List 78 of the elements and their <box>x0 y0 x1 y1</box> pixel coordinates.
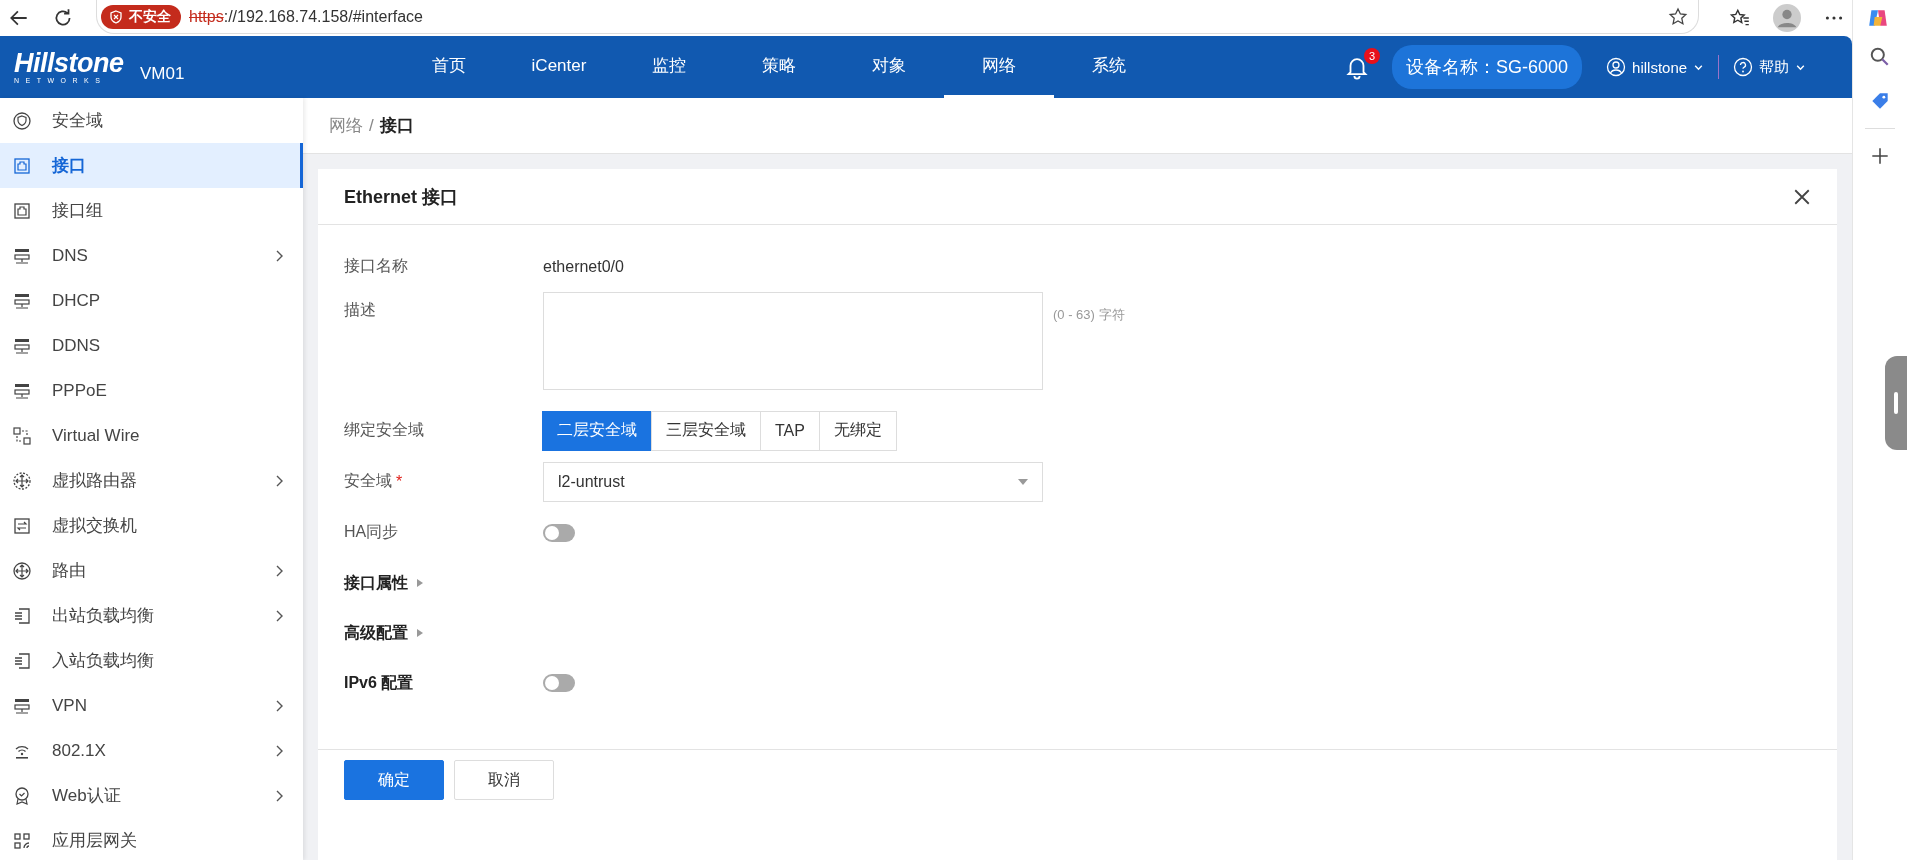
dropdown-arrow-icon <box>1018 478 1028 485</box>
cancel-button[interactable]: 取消 <box>454 760 554 800</box>
field-label: 描述 <box>344 300 377 320</box>
field-label: 接口名称 <box>344 256 409 276</box>
user-menu[interactable]: hillstone <box>1606 57 1705 77</box>
sidebar-item[interactable]: VPN <box>0 683 303 728</box>
sidebar-item[interactable]: PPPoE <box>0 368 303 413</box>
panel-handle[interactable] <box>1885 356 1907 450</box>
field-label: IPv6 配置 <box>344 672 415 693</box>
user-icon <box>1606 57 1627 77</box>
description-field[interactable] <box>543 292 1043 390</box>
sidebar-item[interactable]: Virtual Wire <box>0 413 303 458</box>
section-toggle[interactable]: 接口属性 <box>344 572 543 594</box>
device-label: VM01 <box>140 64 186 84</box>
zone-select[interactable]: l2-untrust <box>543 461 1043 502</box>
sidebar-item[interactable]: 入站负载均衡 <box>0 638 303 683</box>
router-icon <box>12 560 32 581</box>
sidebar-item[interactable]: 路由 <box>0 548 303 593</box>
help-menu[interactable]: 帮助 <box>1733 57 1807 77</box>
section-toggle[interactable]: 高级配置 <box>344 622 543 644</box>
sidebar-item[interactable]: 应用层网关 <box>0 818 303 860</box>
required-mark: * <box>396 472 403 491</box>
nav-tab[interactable]: 策略 <box>724 36 834 98</box>
port-group-icon <box>12 200 32 221</box>
wire-icon <box>12 425 32 446</box>
breadcrumb-current: 接口 <box>379 115 414 137</box>
copilot-icon[interactable] <box>1867 7 1889 29</box>
breadcrumb-separator: / <box>369 115 374 136</box>
sidebar-item[interactable]: 虚拟路由器 <box>0 458 303 503</box>
field-label: 绑定安全域 <box>344 420 425 440</box>
sidebar-item[interactable]: DDNS <box>0 323 303 368</box>
nav-tab[interactable]: 监控 <box>614 36 724 98</box>
sidebar-item[interactable]: 安全域 <box>0 98 303 143</box>
sidebar-item[interactable]: 接口组 <box>0 188 303 233</box>
sidebar-item[interactable]: 802.1X <box>0 728 303 773</box>
field-label: 安全域 * <box>344 471 404 492</box>
breadcrumb-link[interactable]: 网络 <box>329 114 363 137</box>
field-hint: (0 - 63) 字符 <box>1053 306 1125 324</box>
not-secure-badge[interactable]: 不安全 <box>101 4 181 29</box>
help-icon <box>1733 57 1754 77</box>
switch-icon <box>12 515 32 536</box>
url-text: https://192.168.74.158/#interface <box>189 7 424 26</box>
sidebar-item[interactable]: DHCP <box>0 278 303 323</box>
profile-icon[interactable] <box>1773 4 1801 32</box>
toggle-switch[interactable] <box>543 523 575 542</box>
shield-icon <box>12 110 32 131</box>
toggle-switch[interactable] <box>543 674 575 692</box>
nav-tab[interactable]: 对象 <box>834 36 944 98</box>
router-icon <box>12 470 32 491</box>
segment-option[interactable]: TAP <box>760 410 820 451</box>
nav-tab[interactable]: 首页 <box>394 36 504 98</box>
confirm-button[interactable]: 确定 <box>344 760 444 800</box>
port-icon <box>12 155 32 176</box>
dialog-title: Ethernet 接口 <box>344 185 458 209</box>
field-label: HA同步 <box>344 522 400 542</box>
star-icon[interactable] <box>1668 6 1688 27</box>
sidebar-item[interactable]: DNS <box>0 233 303 278</box>
segment-option[interactable]: 二层安全域 <box>542 410 652 451</box>
badge-icon <box>12 785 32 806</box>
nav-tab[interactable]: 系统 <box>1054 36 1164 98</box>
search-icon[interactable] <box>1869 46 1891 68</box>
grid-icon <box>12 830 32 851</box>
device-name-pill: 设备名称：SG-6000 <box>1392 45 1583 89</box>
sidebar-item[interactable]: 出站负载均衡 <box>0 593 303 638</box>
nav-tab[interactable]: 网络 <box>944 36 1054 98</box>
sidebar-item[interactable]: 接口 <box>0 143 303 188</box>
sidebar-item[interactable]: Web认证 <box>0 773 303 818</box>
list-out-icon <box>12 605 32 626</box>
segment-option[interactable]: 三层安全域 <box>651 410 761 451</box>
add-icon[interactable] <box>1869 145 1891 167</box>
field-value: ethernet0/0 <box>543 257 624 276</box>
segment-option[interactable]: 无绑定 <box>818 410 897 451</box>
address-bar[interactable]: 不安全 https://192.168.74.158/#interface <box>96 0 1699 34</box>
nav-tab[interactable]: iCenter <box>504 36 614 98</box>
notification-count: 3 <box>1364 48 1380 64</box>
close-icon[interactable] <box>1793 187 1811 206</box>
sidebar-item[interactable]: 虚拟交换机 <box>0 503 303 548</box>
list-in-icon <box>12 650 32 671</box>
